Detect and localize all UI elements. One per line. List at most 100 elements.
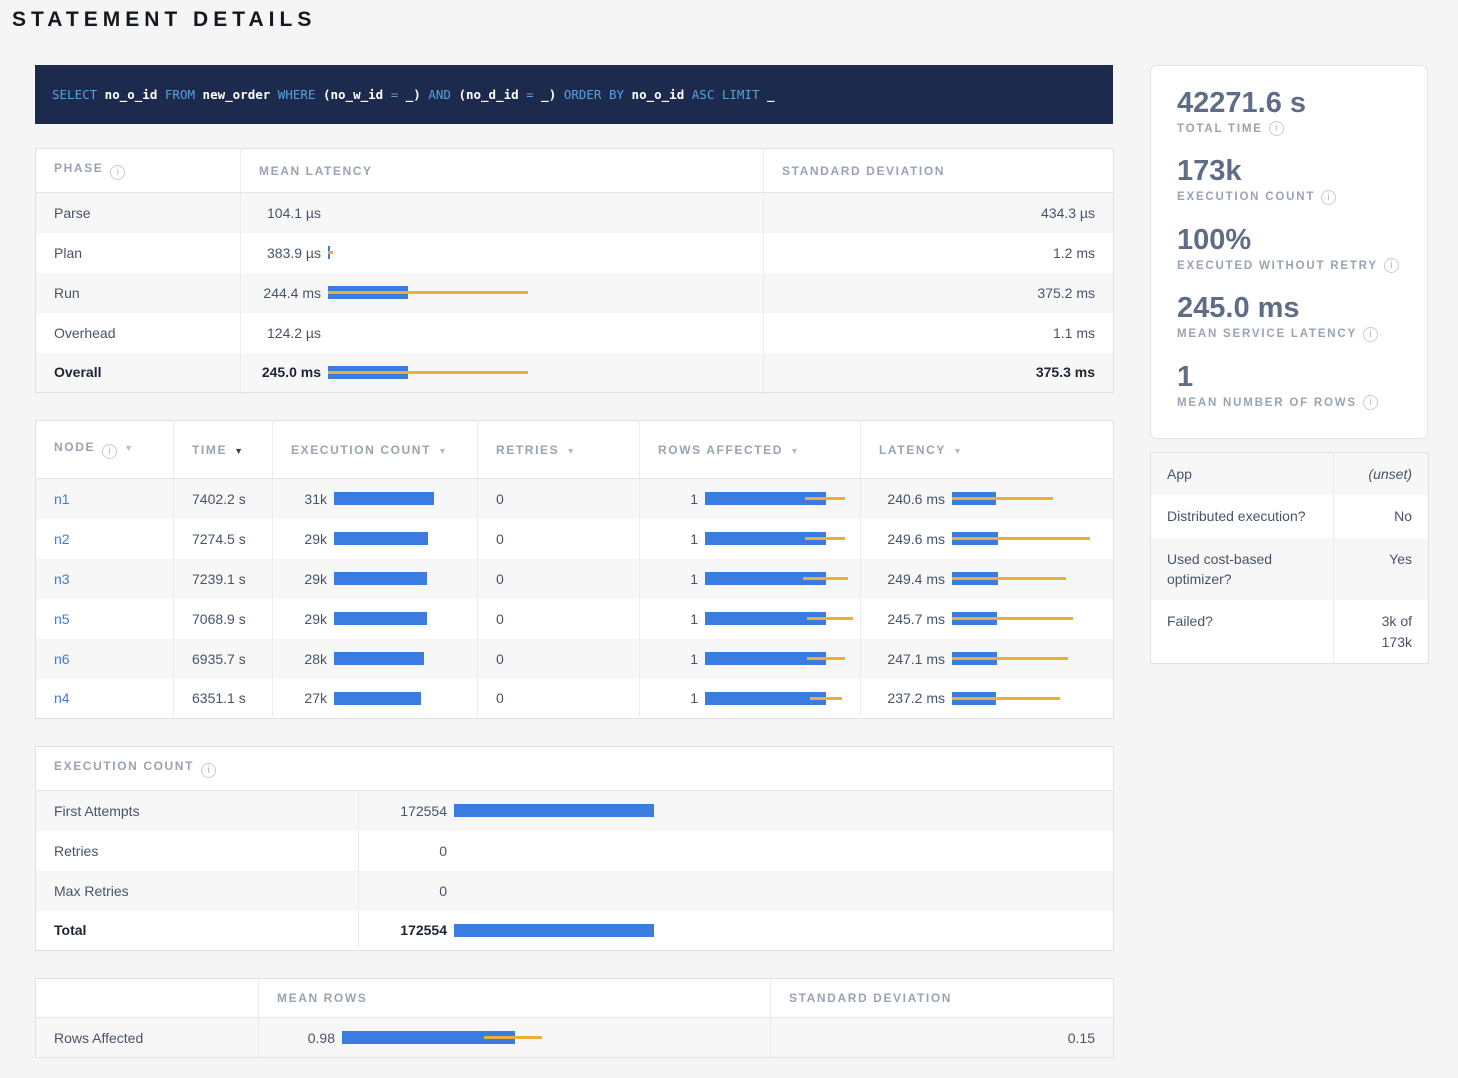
phase-table-header-row: PHASEi MEAN LATENCY STANDARD DEVIATION (36, 149, 1114, 193)
node-column-header[interactable]: NODEi▼ (36, 421, 174, 479)
execution-count-bar (454, 924, 654, 937)
bar-deviation-line (805, 537, 845, 540)
sql-token: ORDER BY (556, 87, 624, 102)
execution-count-table: EXECUTION COUNTi First Attempts172554Ret… (35, 746, 1114, 951)
bar-blue-segment (334, 572, 427, 585)
sort-arrow-icon[interactable]: ▼ (234, 446, 243, 456)
execution-count-cell-value: 29k (291, 531, 327, 547)
mean-latency-column-header[interactable]: MEAN LATENCY (241, 149, 764, 193)
app-detail-value-cell: No (1334, 495, 1429, 537)
mean-latency-header-label: MEAN LATENCY (259, 164, 373, 178)
info-icon[interactable]: i (1363, 327, 1378, 342)
latency-column-header[interactable]: LATENCY▼ (861, 421, 1114, 479)
phase-name-cell: Plan (36, 233, 241, 273)
execution-value-cell: 172554 (359, 791, 1114, 831)
node-link[interactable]: n4 (54, 690, 70, 706)
node-link[interactable]: n2 (54, 531, 70, 547)
node-link[interactable]: n3 (54, 571, 70, 587)
sort-arrow-icon[interactable]: ▼ (124, 443, 133, 453)
execution-label-cell: First Attempts (36, 791, 359, 831)
time-column-header[interactable]: TIME▼ (174, 421, 273, 479)
rows-affected-bar (705, 572, 848, 585)
standard-deviation-cell: 375.3 ms (764, 353, 1114, 393)
bar-blue-segment (334, 692, 421, 705)
mean-latency-cell-value: 124.2 µs (259, 325, 321, 341)
summary-stat: 245.0 msMEAN SERVICE LATENCYi (1177, 293, 1401, 341)
node-cell: n4 (36, 679, 174, 719)
app-detail-label-cell: Distributed execution? (1151, 495, 1334, 537)
execution-count-bar (334, 532, 428, 545)
bar-deviation-line (328, 251, 333, 254)
info-icon[interactable]: i (1363, 395, 1378, 410)
node-link[interactable]: n1 (54, 491, 70, 507)
sort-arrow-icon[interactable]: ▼ (566, 446, 575, 456)
execution-value-cell: 0 (359, 831, 1114, 871)
node-table-row: n66935.7 s28k01247.1 ms (36, 639, 1114, 679)
execution-count-cell-value: 28k (291, 651, 327, 667)
latency-cell: 249.4 ms (861, 559, 1114, 599)
execution-count-cell: 29k (273, 599, 478, 639)
app-detail-value-cell: (unset) (1334, 453, 1429, 496)
info-icon[interactable]: i (102, 444, 117, 459)
rows-affected-bar (705, 692, 842, 705)
node-table-row: n57068.9 s29k01245.7 ms (36, 599, 1114, 639)
execution-value-cell-value: 0 (377, 883, 447, 899)
node-cell: n3 (36, 559, 174, 599)
execution-count-cell: 31k (273, 479, 478, 519)
sql-token: _) (534, 87, 557, 102)
latency-cell-value: 249.6 ms (879, 531, 945, 547)
app-detail-row: Used cost-based optimizer?Yes (1151, 538, 1429, 601)
mean-rows-header-label: MEAN ROWS (277, 991, 367, 1005)
node-link[interactable]: n5 (54, 611, 70, 627)
sort-arrow-icon[interactable]: ▼ (953, 446, 962, 456)
retries-column-header[interactable]: RETRIES▼ (478, 421, 640, 479)
info-icon[interactable]: i (110, 165, 125, 180)
rows-affected-row: Rows Affected0.980.15 (36, 1018, 1114, 1058)
sort-arrow-icon[interactable]: ▼ (790, 446, 799, 456)
layout: SELECT no_o_id FROM new_order WHERE (no_… (35, 65, 1428, 1058)
standard-deviation-column-header[interactable]: STANDARD DEVIATION (764, 149, 1114, 193)
latency-bar (952, 572, 1066, 585)
rows-affected-table: MEAN ROWS STANDARD DEVIATION Rows Affect… (35, 978, 1114, 1058)
app-detail-label-cell: Failed? (1151, 600, 1334, 663)
rows-affected-column-header[interactable]: ROWS AFFECTED▼ (640, 421, 861, 479)
rows-affected-label-cell: Rows Affected (36, 1018, 259, 1058)
info-icon[interactable]: i (1384, 258, 1399, 273)
latency-bar (952, 652, 1068, 665)
standard-deviation-column-header: STANDARD DEVIATION (771, 979, 1114, 1018)
side-column: 42271.6 sTOTAL TIMEi173kEXECUTION COUNTi… (1150, 65, 1428, 1058)
phase-table-row: Parse104.1 µs434.3 µs (36, 193, 1114, 233)
summary-stat: 100%EXECUTED WITHOUT RETRYi (1177, 225, 1401, 273)
node-stats-table: NODEi▼ TIME▼ EXECUTION COUNT▼ RETRIES▼ R… (35, 420, 1114, 719)
bar-deviation-line (328, 291, 528, 294)
time-cell: 7239.1 s (174, 559, 273, 599)
standard-deviation-cell: 0.15 (771, 1018, 1114, 1058)
rows-affected-cell: 1 (640, 559, 861, 599)
app-detail-row: Distributed execution?No (1151, 495, 1429, 537)
bar-blue-segment (454, 804, 654, 817)
latency-cell: 240.6 ms (861, 479, 1114, 519)
retries-cell: 0 (478, 679, 640, 719)
summary-stat: 42271.6 sTOTAL TIMEi (1177, 88, 1401, 136)
info-icon[interactable]: i (1269, 121, 1284, 136)
sort-arrow-icon[interactable]: ▼ (438, 446, 447, 456)
info-icon[interactable]: i (201, 763, 216, 778)
sql-token: (no_d_id (451, 87, 519, 102)
retries-cell: 0 (478, 519, 640, 559)
phase-column-header[interactable]: PHASEi (36, 149, 241, 193)
stat-label-text: TOTAL TIME (1177, 123, 1263, 135)
stat-label: TOTAL TIME i (1177, 121, 1401, 136)
execution-count-cell-value: 29k (291, 611, 327, 627)
latency-bar (952, 692, 1060, 705)
node-link[interactable]: n6 (54, 651, 70, 667)
phase-name-cell: Overhead (36, 313, 241, 353)
execution-label-cell: Retries (36, 831, 359, 871)
latency-cell: 237.2 ms (861, 679, 1114, 719)
info-icon[interactable]: i (1321, 190, 1336, 205)
standard-deviation-cell: 434.3 µs (764, 193, 1114, 233)
execution-count-header-label: EXECUTION COUNT (291, 443, 431, 457)
execution-count-column-header[interactable]: EXECUTION COUNT ▼ (273, 421, 478, 479)
phase-table-row: Run244.4 ms375.2 ms (36, 273, 1114, 313)
node-table-row: n46351.1 s27k01237.2 ms (36, 679, 1114, 719)
retries-cell: 0 (478, 479, 640, 519)
